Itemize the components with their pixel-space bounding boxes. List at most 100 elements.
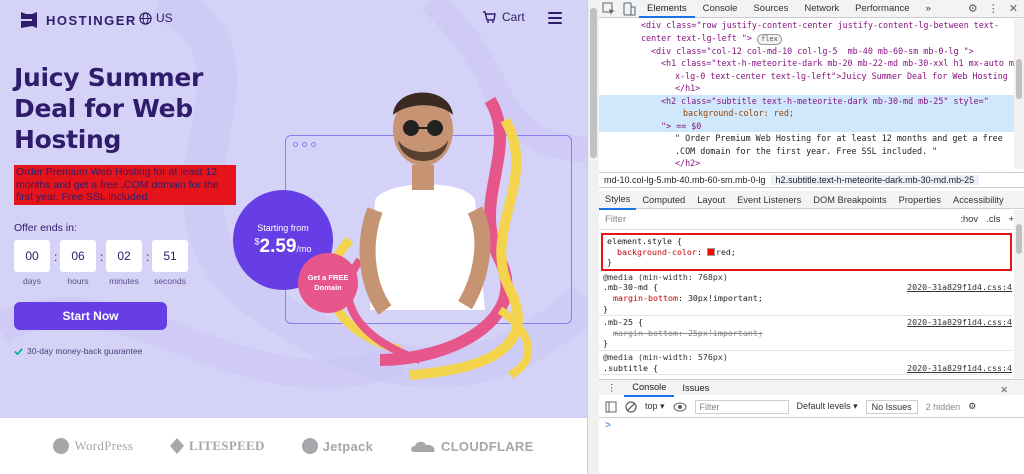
- timer-value: 06: [60, 240, 96, 272]
- dom-line-text: </h1>: [675, 83, 701, 93]
- timer-unit: minutes: [109, 276, 139, 286]
- tab-performance[interactable]: Performance: [847, 0, 917, 18]
- jetpack-icon: [301, 438, 318, 454]
- class-toggle[interactable]: .cls: [986, 214, 1000, 225]
- css-declaration[interactable]: background-color: red;: [607, 247, 1006, 258]
- dom-line-text: "> == $0: [661, 120, 702, 131]
- language-selector[interactable]: US: [139, 11, 173, 25]
- tab-layout[interactable]: Layout: [691, 191, 731, 209]
- elements-dom-tree: <div class="row justify-content-center j…: [599, 19, 1024, 169]
- dom-line-text: " Order Premium Web Hosting for at least…: [675, 133, 1003, 143]
- dom-line-selected[interactable]: background-color: red;: [599, 107, 1024, 120]
- dom-line[interactable]: center text-lg-left "> flex: [599, 32, 1024, 45]
- cart-label: Cart: [502, 10, 525, 24]
- dom-line-text: <div class="row justify-content-center j…: [641, 20, 999, 30]
- rule-selector-row: .mb-30-md {2020-31a829f1d4.css:4: [603, 282, 1012, 293]
- dom-line-text: </h2>: [675, 158, 701, 168]
- styles-scrollbar[interactable]: [1014, 210, 1024, 378]
- css-declaration-overridden[interactable]: margin-bottom: 25px!important;: [603, 328, 1008, 339]
- inspect-element-icon[interactable]: [602, 2, 616, 16]
- css-value: 25px!important;: [687, 327, 763, 338]
- rule-selector: .subtitle {: [603, 362, 658, 373]
- drawer-menu-icon[interactable]: ⋮: [599, 380, 624, 396]
- css-rule[interactable]: .mb-25 {2020-31a829f1d4.css:4 margin-bot…: [599, 316, 1012, 351]
- litespeed-logo: LITESPEED: [170, 438, 265, 454]
- tab-accessibility[interactable]: Accessibility: [947, 191, 1010, 209]
- breadcrumb-item[interactable]: md-10.col-lg-5.mb-40.mb-60-sm.mb-0-lg: [599, 175, 771, 185]
- live-expression-eye-icon[interactable]: [673, 402, 687, 412]
- tab-computed[interactable]: Computed: [636, 191, 691, 209]
- rule-source-link[interactable]: 2020-31a829f1d4.css:4: [907, 363, 1012, 374]
- dom-line[interactable]: <h1 class="text-h-meteorite-dark mb-20 m…: [599, 57, 1024, 70]
- timer-unit: days: [23, 276, 41, 286]
- tab-console[interactable]: Console: [695, 0, 746, 18]
- partner-logos: WordPress LITESPEED Jetpack CLOUDFLARE: [0, 418, 587, 474]
- rule-source-link[interactable]: 2020-31a829f1d4.css:4: [907, 282, 1012, 293]
- issues-button[interactable]: No Issues: [865, 399, 918, 414]
- hamburger-menu-icon[interactable]: [548, 12, 562, 24]
- element-style-rule[interactable]: element.style { background-color: red; }: [601, 233, 1012, 271]
- globe-icon: [139, 11, 152, 25]
- language-label: US: [156, 11, 173, 25]
- dom-line-text: .COM domain for the first year. Free SSL…: [675, 145, 938, 156]
- tab-styles[interactable]: Styles: [599, 190, 637, 210]
- tab-event-listeners[interactable]: Event Listeners: [731, 191, 807, 209]
- tab-network[interactable]: Network: [796, 0, 847, 18]
- more-options-icon[interactable]: ⋮: [988, 2, 999, 15]
- device-toolbar-icon[interactable]: [622, 2, 636, 16]
- hover-state-toggle[interactable]: :hov: [960, 214, 978, 225]
- context-value: top: [645, 401, 658, 411]
- context-selector[interactable]: top ▾: [645, 401, 665, 412]
- breadcrumb-item-active[interactable]: h2.subtitle.text-h-meteorite-dark.mb-30-…: [770, 175, 980, 185]
- partner-name: WordPress: [74, 438, 134, 453]
- dom-line[interactable]: " Order Premium Web Hosting for at least…: [599, 132, 1024, 145]
- console-sidebar-icon[interactable]: [605, 401, 617, 413]
- console-filter-input[interactable]: Filter: [694, 399, 789, 414]
- timer-value: 00: [14, 240, 50, 272]
- dom-line[interactable]: </h1>: [599, 82, 1024, 95]
- partner-name: LITESPEED: [189, 438, 265, 453]
- more-tabs-chevron[interactable]: »: [918, 0, 939, 18]
- dom-line[interactable]: x-lg-0 text-center text-lg-left">Juicy S…: [599, 70, 1024, 83]
- cart-link[interactable]: Cart: [482, 10, 525, 24]
- log-levels-dropdown[interactable]: Default levels ▾: [797, 401, 858, 412]
- css-property: margin-bottom: [613, 292, 678, 303]
- start-now-button[interactable]: Start Now: [14, 302, 167, 330]
- elements-scrollbar[interactable]: [1014, 19, 1024, 169]
- styles-filter[interactable]: Filter :hov .cls +: [599, 210, 1024, 230]
- close-devtools-icon[interactable]: ✕: [1009, 2, 1018, 15]
- dom-line-selected[interactable]: "> == $0: [599, 119, 1024, 132]
- settings-gear-icon[interactable]: ⚙: [968, 2, 978, 15]
- drawer-tab-console[interactable]: Console: [624, 379, 675, 397]
- offer-label: Offer ends in:: [14, 222, 77, 234]
- console-prompt[interactable]: >: [605, 420, 611, 431]
- tab-dom-breakpoints[interactable]: DOM Breakpoints: [807, 191, 892, 209]
- countdown-timer: 00 days : 06 hours : 02 minutes : 51 sec…: [14, 240, 198, 286]
- page-scrollbar[interactable]: [588, 0, 599, 474]
- styles-filter-input[interactable]: Filter: [605, 214, 626, 225]
- dom-line[interactable]: <div class="col-12 col-md-10 col-lg-5 mb…: [599, 45, 1024, 58]
- css-rule[interactable]: @media (min-width: 576px) .subtitle {202…: [599, 351, 1012, 375]
- tab-elements[interactable]: Elements: [639, 0, 695, 18]
- rule-source-link[interactable]: 2020-31a829f1d4.css:4: [907, 317, 1012, 328]
- devtools-tabbar: Elements Console Sources Network Perform…: [599, 0, 1024, 18]
- dom-line[interactable]: .COM domain for the first year. Free SSL…: [599, 145, 1024, 158]
- dom-line[interactable]: <div class="row justify-content-center j…: [599, 19, 1024, 32]
- console-settings-gear-icon[interactable]: ⚙: [968, 401, 976, 412]
- dom-line-selected[interactable]: <h2 class="subtitle text-h-meteorite-dar…: [599, 94, 1024, 107]
- tab-properties[interactable]: Properties: [893, 191, 947, 209]
- hostinger-logo[interactable]: HOSTINGER: [20, 10, 137, 30]
- timer-minutes: 02 minutes :: [106, 240, 149, 286]
- tab-sources[interactable]: Sources: [745, 0, 796, 18]
- timer-separator: :: [146, 250, 150, 264]
- price-period: /mo: [296, 244, 312, 254]
- color-swatch-icon[interactable]: [706, 248, 715, 257]
- flex-badge[interactable]: flex: [756, 33, 782, 45]
- css-rule[interactable]: @media (min-width: 768px) .mb-30-md {202…: [599, 271, 1012, 317]
- dom-line-text: background-color: red;: [683, 108, 794, 118]
- drawer-tab-issues[interactable]: Issues: [674, 380, 717, 396]
- clear-console-icon[interactable]: [625, 400, 637, 413]
- dom-line[interactable]: </h2>: [599, 157, 1024, 169]
- media-query: @media (min-width: 768px): [603, 271, 728, 282]
- css-declaration[interactable]: margin-bottom: 30px!important;: [603, 293, 1008, 304]
